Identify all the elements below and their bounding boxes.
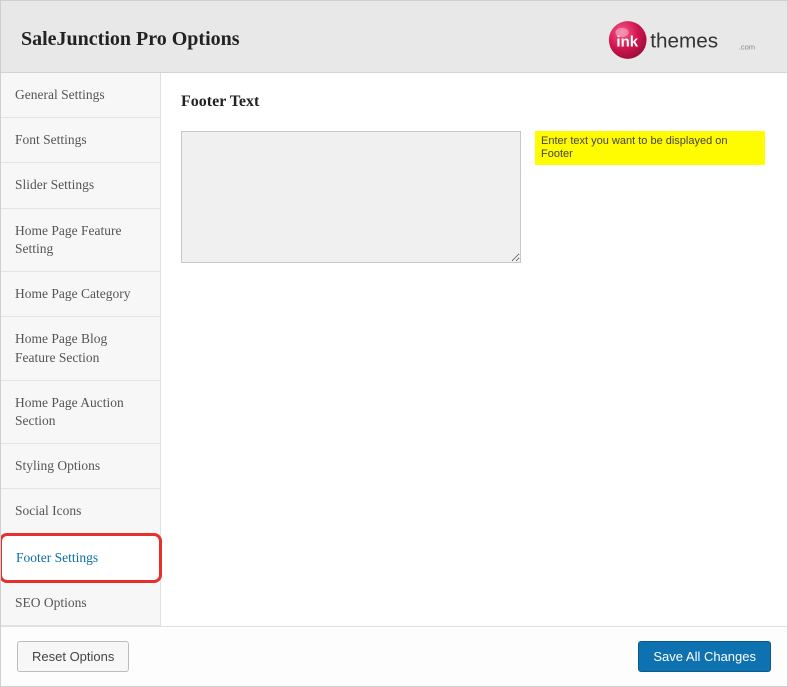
sidebar-item-seo-options[interactable]: SEO Options [1, 581, 160, 626]
sidebar-item-social-icons[interactable]: Social Icons [1, 489, 160, 534]
header-bar: SaleJunction Pro Options ink themes .com [1, 1, 787, 73]
svg-text:ink: ink [616, 33, 638, 50]
sidebar-item-general-settings[interactable]: General Settings [1, 73, 160, 118]
sidebar-item-home-category[interactable]: Home Page Category [1, 272, 160, 317]
sidebar-item-footer-settings[interactable]: Footer Settings [1, 533, 162, 583]
svg-text:themes: themes [650, 29, 718, 52]
reset-button[interactable]: Reset Options [17, 641, 129, 672]
section-title: Footer Text [181, 93, 765, 111]
footer-text-input[interactable] [181, 131, 521, 263]
helper-text: Enter text you want to be displayed on F… [535, 131, 765, 165]
sidebar-item-styling[interactable]: Styling Options [1, 444, 160, 489]
brand-logo: ink themes .com [607, 19, 767, 61]
body-container: General Settings Font Settings Slider Se… [1, 73, 787, 626]
content-panel: Footer Text Enter text you want to be di… [161, 73, 787, 626]
settings-sidebar: General Settings Font Settings Slider Se… [1, 73, 161, 626]
svg-text:.com: .com [739, 42, 755, 51]
sidebar-item-home-auction[interactable]: Home Page Auction Section [1, 381, 160, 444]
sidebar-item-home-feature[interactable]: Home Page Feature Setting [1, 209, 160, 272]
field-row: Enter text you want to be displayed on F… [181, 131, 765, 263]
footer-bar: Reset Options Save All Changes [1, 626, 787, 686]
save-button[interactable]: Save All Changes [638, 641, 771, 672]
page-title: SaleJunction Pro Options [21, 28, 240, 51]
sidebar-item-font-settings[interactable]: Font Settings [1, 118, 160, 163]
sidebar-item-slider-settings[interactable]: Slider Settings [1, 163, 160, 208]
sidebar-item-home-blog[interactable]: Home Page Blog Feature Section [1, 317, 160, 380]
